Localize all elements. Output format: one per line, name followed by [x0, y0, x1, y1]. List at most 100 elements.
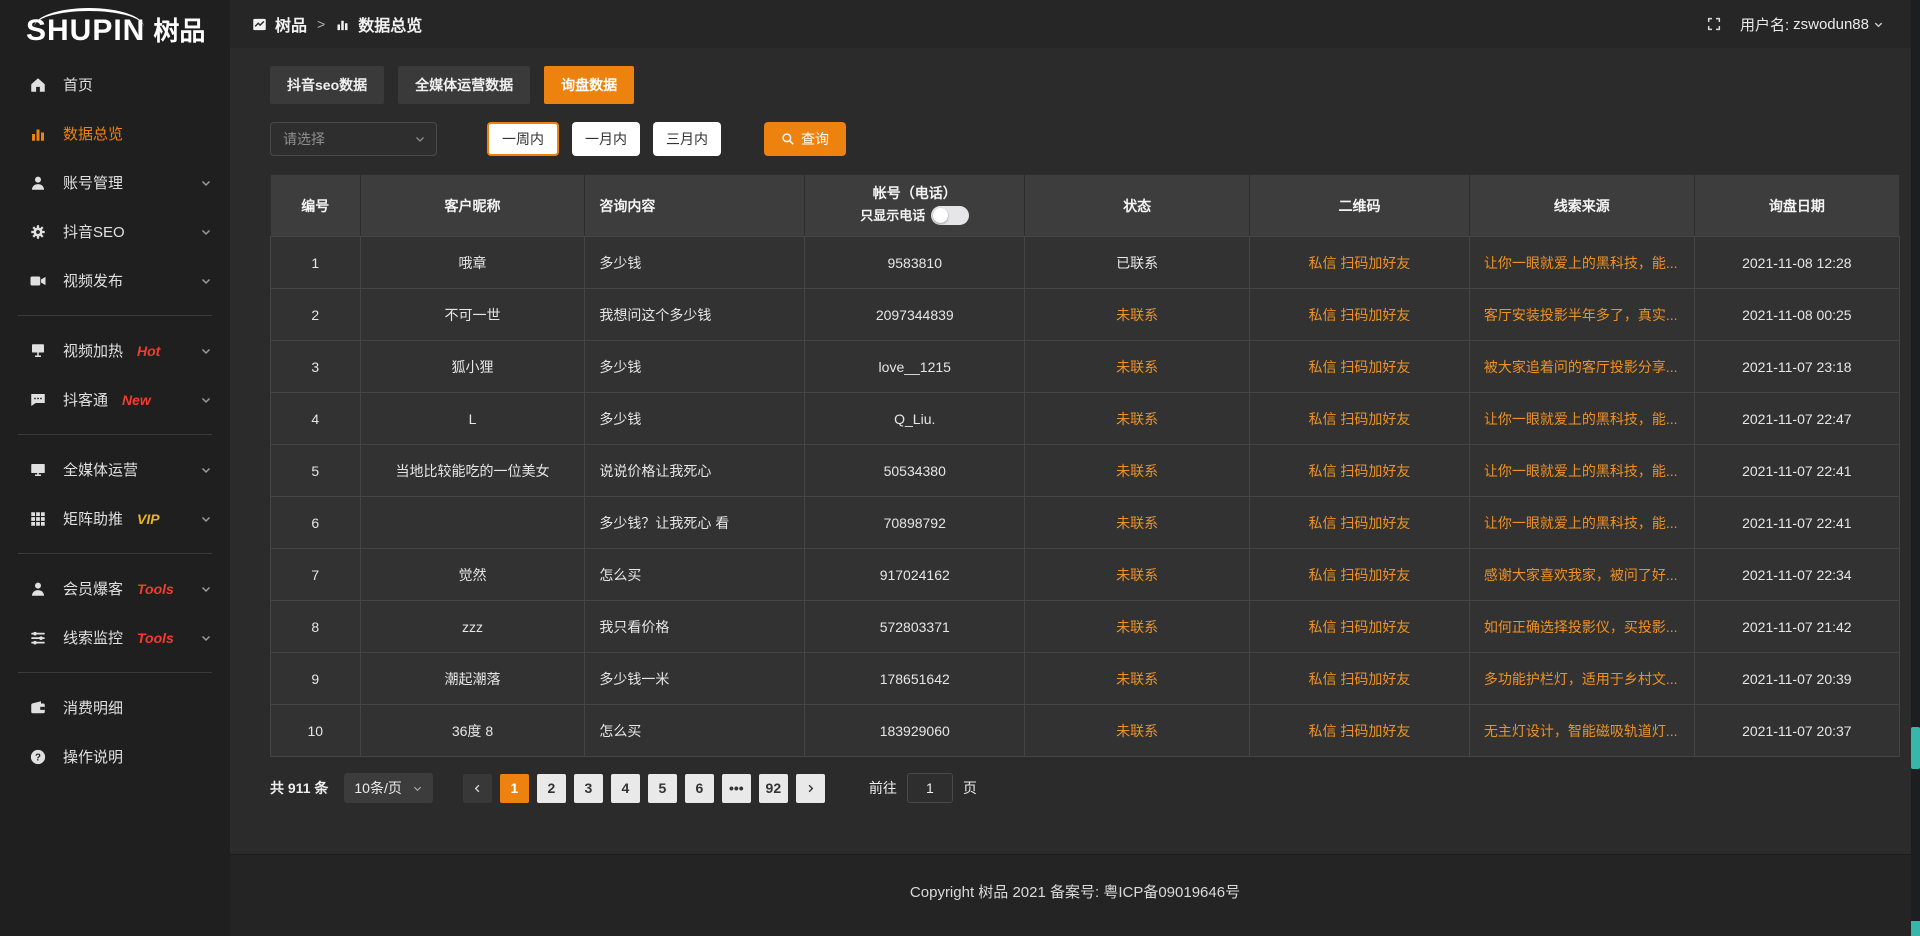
status-badge: 未联系: [1025, 393, 1250, 445]
scrollbar-corner: [1911, 921, 1920, 936]
sidebar-item-douyin-seo[interactable]: 抖音SEO: [0, 207, 230, 256]
cell-date: 2021-11-07 20:37: [1694, 705, 1899, 757]
sidebar-item-label: 抖客通: [63, 389, 108, 410]
period-week-button[interactable]: 一周内: [487, 122, 559, 156]
cell-no: 5: [271, 445, 361, 497]
source-link[interactable]: 感谢大家喜欢我家，被问了好...: [1469, 549, 1694, 601]
cell-content: 多少钱？让我死心 看: [585, 497, 805, 549]
page-button-4[interactable]: 4: [611, 774, 640, 803]
qrcode-links[interactable]: 私信 扫码加好友: [1250, 341, 1470, 393]
wallet-icon: [28, 698, 48, 718]
query-button[interactable]: 查询: [764, 122, 846, 156]
source-link[interactable]: 如何正确选择投影仪，买投影...: [1469, 601, 1694, 653]
col-header-no: 编号: [271, 175, 361, 237]
cell-account: 70898792: [805, 497, 1025, 549]
next-page-button[interactable]: [796, 774, 825, 803]
tab-douyin-seo-data[interactable]: 抖音seo数据: [270, 66, 384, 104]
sidebar-item-doketong[interactable]: 抖客通 New: [0, 375, 230, 424]
tab-inquiry-data[interactable]: 询盘数据: [544, 66, 634, 104]
phone-only-toggle[interactable]: [931, 206, 969, 225]
goto-label: 前往: [869, 778, 897, 798]
goto-page-input[interactable]: [907, 773, 953, 803]
sidebar-item-account-mgmt[interactable]: 账号管理: [0, 158, 230, 207]
scrollbar-thumb[interactable]: [1911, 727, 1920, 769]
cell-content: 多少钱一米: [585, 653, 805, 705]
user-icon: [28, 173, 48, 193]
prev-page-button[interactable]: [463, 774, 492, 803]
sidebar-item-video-heating[interactable]: 视频加热 Hot: [0, 326, 230, 375]
qrcode-links[interactable]: 私信 扫码加好友: [1250, 497, 1470, 549]
source-link[interactable]: 多功能护栏灯，适用于乡村文...: [1469, 653, 1694, 705]
brand-logo-text-en: SHUPIN: [26, 16, 145, 46]
fullscreen-icon[interactable]: [1706, 16, 1722, 32]
tools-badge: Tools: [137, 581, 174, 597]
qrcode-links[interactable]: 私信 扫码加好友: [1250, 705, 1470, 757]
qrcode-links[interactable]: 私信 扫码加好友: [1250, 549, 1470, 601]
brand-logo[interactable]: SHUPIN 树品: [0, 6, 230, 60]
cell-no: 9: [271, 653, 361, 705]
chevron-down-icon: [1873, 19, 1884, 30]
page-button-6[interactable]: 6: [685, 774, 714, 803]
sidebar-item-consumption-detail[interactable]: 消费明细: [0, 683, 230, 732]
source-link[interactable]: 让你一眼就爱上的黑科技，能...: [1469, 237, 1694, 289]
breadcrumb-root[interactable]: 树品: [275, 12, 307, 36]
period-quarter-button[interactable]: 三月内: [653, 122, 721, 156]
search-icon: [781, 132, 795, 146]
source-link[interactable]: 让你一眼就爱上的黑科技，能...: [1469, 445, 1694, 497]
page-button-2[interactable]: 2: [537, 774, 566, 803]
source-link[interactable]: 被大家追着问的客厅投影分享...: [1469, 341, 1694, 393]
page-button-1[interactable]: 1: [500, 774, 529, 803]
cell-date: 2021-11-07 20:39: [1694, 653, 1899, 705]
query-button-label: 查询: [801, 129, 829, 149]
page-scrollbar[interactable]: [1911, 0, 1920, 936]
sidebar-item-matrix-boost[interactable]: 矩阵助推 VIP: [0, 494, 230, 543]
cell-nickname: 不可一世: [360, 289, 585, 341]
sidebar-item-label: 抖音SEO: [63, 221, 125, 242]
sidebar-item-instructions[interactable]: ? 操作说明: [0, 732, 230, 781]
page-button-5[interactable]: 5: [648, 774, 677, 803]
sidebar-item-home[interactable]: 首页: [0, 60, 230, 109]
tab-omni-media-data[interactable]: 全媒体运营数据: [398, 66, 530, 104]
page-button-92[interactable]: 92: [759, 774, 788, 803]
status-badge: 未联系: [1025, 497, 1250, 549]
source-link[interactable]: 让你一眼就爱上的黑科技，能...: [1469, 393, 1694, 445]
qrcode-links[interactable]: 私信 扫码加好友: [1250, 601, 1470, 653]
table-row: 7 觉然 怎么买 917024162 未联系 私信 扫码加好友 感谢大家喜欢我家…: [271, 549, 1900, 601]
filter-select[interactable]: 请选择: [270, 122, 437, 156]
source-link[interactable]: 无主灯设计，智能磁吸轨道灯...: [1469, 705, 1694, 757]
sidebar-item-video-publish[interactable]: 视频发布: [0, 256, 230, 305]
gear-icon: [28, 222, 48, 242]
cell-content: 多少钱: [585, 341, 805, 393]
sidebar: SHUPIN 树品 首页 数据总览 账号管理: [0, 0, 230, 936]
chevron-down-icon: [200, 513, 212, 525]
table-row: 5 当地比较能吃的一位美女 说说价格让我死心 50534380 未联系 私信 扫…: [271, 445, 1900, 497]
user-menu[interactable]: 用户名: zswodun88: [1740, 14, 1884, 35]
cell-account: 2097344839: [805, 289, 1025, 341]
qrcode-links[interactable]: 私信 扫码加好友: [1250, 445, 1470, 497]
sliders-icon: [28, 628, 48, 648]
qrcode-links[interactable]: 私信 扫码加好友: [1250, 393, 1470, 445]
source-link[interactable]: 客厅安装投影半年多了，真实...: [1469, 289, 1694, 341]
page-button-3[interactable]: 3: [574, 774, 603, 803]
sidebar-item-data-overview[interactable]: 数据总览: [0, 109, 230, 158]
chevron-left-icon: [472, 783, 483, 794]
tools-badge: Tools: [137, 630, 174, 646]
page-size-select[interactable]: 10条/页: [344, 773, 432, 803]
period-month-button[interactable]: 一月内: [572, 122, 640, 156]
table-header-row: 编号 客户昵称 咨询内容 帐号（电话） 只显示电话: [271, 175, 1900, 237]
source-link[interactable]: 让你一眼就爱上的黑科技，能...: [1469, 497, 1694, 549]
cell-no: 6: [271, 497, 361, 549]
qrcode-links[interactable]: 私信 扫码加好友: [1250, 289, 1470, 341]
status-badge: 未联系: [1025, 341, 1250, 393]
sidebar-item-lead-monitor[interactable]: 线索监控 Tools: [0, 613, 230, 662]
qrcode-links[interactable]: 私信 扫码加好友: [1250, 237, 1470, 289]
sidebar-item-omni-media[interactable]: 全媒体运营: [0, 445, 230, 494]
table-row: 9 潮起潮落 多少钱一米 178651642 未联系 私信 扫码加好友 多功能护…: [271, 653, 1900, 705]
sidebar-item-label: 线索监控: [63, 627, 123, 648]
grid-icon: [28, 509, 48, 529]
more-pages-button[interactable]: •••: [722, 774, 751, 803]
qrcode-links[interactable]: 私信 扫码加好友: [1250, 653, 1470, 705]
cell-no: 1: [271, 237, 361, 289]
sidebar-item-member-baoke[interactable]: 会员爆客 Tools: [0, 564, 230, 613]
cell-account: 9583810: [805, 237, 1025, 289]
